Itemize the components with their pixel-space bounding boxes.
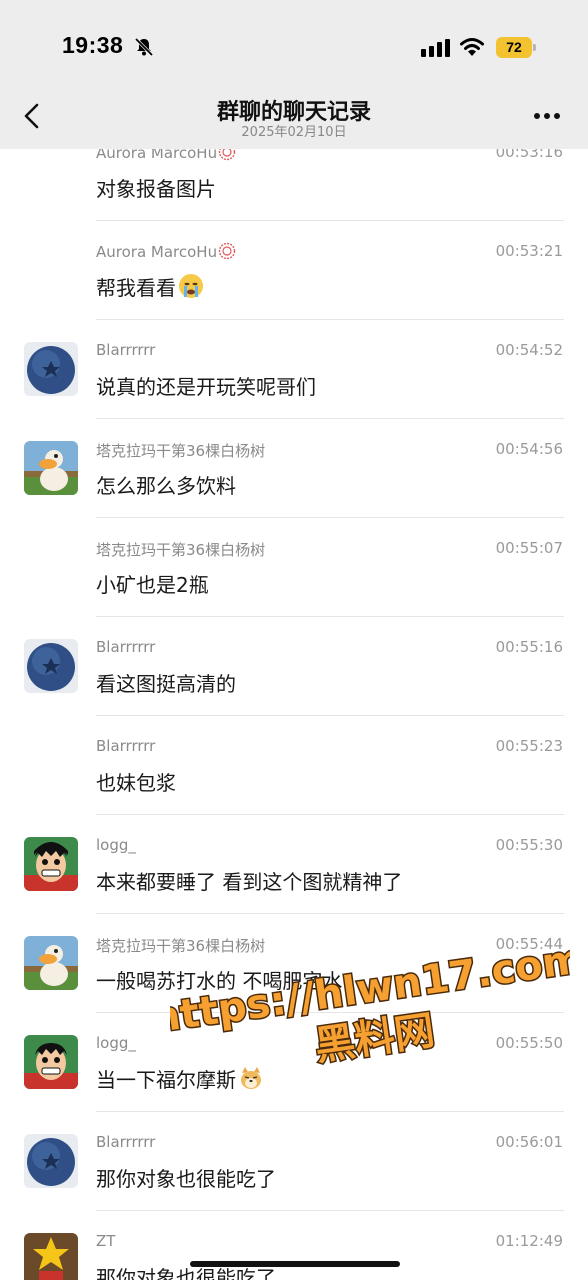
battery-percent: 72 bbox=[506, 39, 522, 55]
blueberry-avatar[interactable] bbox=[24, 639, 78, 693]
sender-name: Aurora MarcoHu bbox=[96, 242, 236, 261]
message-time: 00:55:16 bbox=[495, 638, 563, 656]
chat-history-list[interactable]: Aurora MarcoHu 00:53:16 对象报备图片 Aurora Ma… bbox=[0, 0, 588, 1280]
message-item[interactable]: Aurora MarcoHu 00:53:21 帮我看看 bbox=[0, 221, 588, 320]
sender-name: Blarrrrrr bbox=[96, 638, 156, 656]
star-avatar[interactable] bbox=[24, 1233, 78, 1280]
sender-name: 塔克拉玛干第36棵白杨树 bbox=[96, 442, 266, 460]
bell-muted-icon bbox=[134, 37, 154, 57]
message-time: 00:55:30 bbox=[495, 836, 563, 854]
home-indicator[interactable] bbox=[190, 1261, 400, 1267]
cellular-signal-icon bbox=[421, 39, 450, 57]
message-item[interactable]: Blarrrrrr 00:55:16 看这图挺高清的 bbox=[0, 617, 588, 716]
message-time: 00:53:21 bbox=[495, 242, 563, 260]
crying-face-emoji-icon bbox=[179, 274, 203, 298]
sender-name: logg_ bbox=[96, 1034, 136, 1052]
top-bar: 19:38 72 群聊的聊天记录 2025年02月10日 bbox=[0, 0, 588, 149]
message-text: 当一下福尔摩斯 bbox=[96, 1064, 264, 1093]
blueberry-avatar[interactable] bbox=[24, 342, 78, 396]
sender-name: 塔克拉玛干第36棵白杨树 bbox=[96, 541, 266, 559]
message-time: 00:54:52 bbox=[495, 341, 563, 359]
message-text: 帮我看看 bbox=[96, 272, 204, 301]
message-text: 一般喝苏打水的 不喝肥宅水 bbox=[96, 969, 343, 993]
doge-emoji-icon bbox=[241, 1067, 261, 1089]
wifi-icon bbox=[460, 38, 484, 56]
duck-avatar[interactable] bbox=[24, 441, 78, 495]
message-text: 小矿也是2瓶 bbox=[96, 573, 209, 597]
sender-name: Blarrrrrr bbox=[96, 341, 156, 359]
status-bar: 19:38 72 bbox=[0, 0, 588, 90]
sender-name: ZT bbox=[96, 1232, 116, 1250]
duck-avatar[interactable] bbox=[24, 936, 78, 990]
battery-indicator: 72 bbox=[496, 37, 536, 58]
message-text: 那你对象也很能吃了 bbox=[96, 1167, 276, 1191]
page-subtitle-date: 2025年02月10日 bbox=[241, 125, 347, 140]
message-item[interactable]: 塔克拉玛干第36棵白杨树 00:55:07 小矿也是2瓶 bbox=[0, 518, 588, 617]
message-time: 00:55:07 bbox=[495, 539, 563, 557]
message-item[interactable]: Blarrrrrr 00:54:52 说真的还是开玩笑呢哥们 bbox=[0, 320, 588, 419]
message-item[interactable]: 塔克拉玛干第36棵白杨树 00:54:56 怎么那么多饮料 bbox=[0, 419, 588, 518]
message-time: 01:12:49 bbox=[495, 1232, 563, 1250]
luffy-avatar[interactable] bbox=[24, 837, 78, 891]
sender-name: Blarrrrrr bbox=[96, 737, 156, 755]
message-item[interactable]: ZT 01:12:49 那你对象也很能吃了 bbox=[0, 1211, 588, 1280]
message-text: 怎么那么多饮料 bbox=[96, 474, 236, 498]
message-text: 对象报备图片 bbox=[96, 177, 216, 201]
sender-name: Blarrrrrr bbox=[96, 1133, 156, 1151]
message-item[interactable]: Blarrrrrr 00:55:23 也妹包浆 bbox=[0, 716, 588, 815]
message-time: 00:54:56 bbox=[495, 440, 563, 458]
sender-name: 塔克拉玛干第36棵白杨树 bbox=[96, 937, 266, 955]
message-text: 也妹包浆 bbox=[96, 771, 176, 795]
message-text: 看这图挺高清的 bbox=[96, 672, 236, 696]
message-time: 00:55:44 bbox=[495, 935, 563, 953]
blueberry-avatar[interactable] bbox=[24, 1134, 78, 1188]
message-item[interactable]: logg_ 00:55:50 当一下福尔摩斯 bbox=[0, 1013, 588, 1112]
status-time: 19:38 bbox=[62, 32, 124, 58]
message-time: 00:55:23 bbox=[495, 737, 563, 755]
message-item[interactable]: logg_ 00:55:30 本来都要睡了 看到这个图就精神了 bbox=[0, 815, 588, 914]
message-time: 00:56:01 bbox=[495, 1133, 563, 1151]
message-text: 本来都要睡了 看到这个图就精神了 bbox=[96, 870, 403, 894]
message-time: 00:55:50 bbox=[495, 1034, 563, 1052]
message-item[interactable]: Blarrrrrr 00:56:01 那你对象也很能吃了 bbox=[0, 1112, 588, 1211]
message-item[interactable]: 塔克拉玛干第36棵白杨树 00:55:44 一般喝苏打水的 不喝肥宅水 bbox=[0, 914, 588, 1013]
luffy-avatar[interactable] bbox=[24, 1035, 78, 1089]
red-seal-badge-icon bbox=[218, 242, 236, 260]
sender-name: logg_ bbox=[96, 836, 136, 854]
navigation-bar: 群聊的聊天记录 2025年02月10日 bbox=[0, 90, 588, 149]
message-text: 说真的还是开玩笑呢哥们 bbox=[96, 375, 316, 399]
battery-cap bbox=[533, 44, 536, 51]
more-options-icon[interactable] bbox=[533, 112, 561, 120]
